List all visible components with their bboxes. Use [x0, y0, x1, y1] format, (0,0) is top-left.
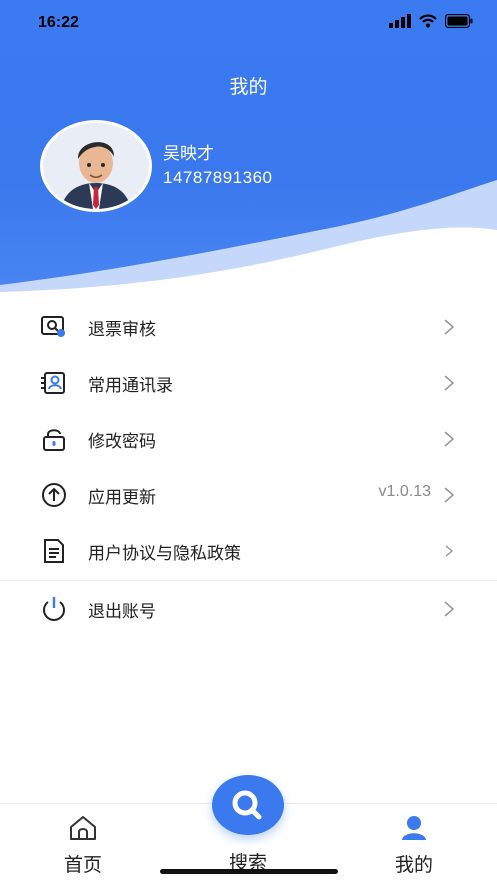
- menu-item-label: 常用通讯录: [88, 376, 173, 396]
- wifi-icon: [419, 14, 437, 28]
- contacts-icon: [41, 372, 65, 394]
- menu-item-label: 退出账号: [88, 602, 156, 622]
- search-icon: [232, 790, 262, 820]
- menu-item-label: 用户协议与隐私政策: [88, 544, 241, 564]
- lock-icon: [43, 429, 65, 451]
- avatar-image: [43, 123, 149, 209]
- power-icon: [43, 597, 65, 621]
- status-time: 16:22: [38, 14, 79, 31]
- menu-item-label: 修改密码: [88, 432, 156, 452]
- chevron-right-icon: [444, 487, 455, 503]
- menu-item-change-password[interactable]: 修改密码: [0, 411, 497, 467]
- app-version: v1.0.13: [378, 483, 431, 500]
- page-title: 我的: [229, 76, 268, 98]
- tab-home-label: 首页: [63, 854, 102, 876]
- chevron-right-icon: [444, 601, 455, 617]
- user-phone: 14787891360: [163, 168, 273, 187]
- user-icon: [402, 816, 426, 840]
- status-bar: 16:22: [0, 0, 497, 48]
- signal-icon: [389, 14, 411, 28]
- search-button[interactable]: [212, 775, 284, 835]
- tab-home[interactable]: 首页: [33, 814, 133, 877]
- home-indicator: [160, 869, 338, 874]
- tab-mine[interactable]: 我的: [364, 814, 464, 877]
- home-icon: [70, 816, 96, 840]
- ticket-search-icon: [41, 316, 65, 337]
- document-icon: [44, 539, 64, 563]
- menu-item-contacts[interactable]: 常用通讯录: [0, 355, 497, 411]
- menu-item-logout[interactable]: 退出账号: [0, 581, 497, 637]
- avatar[interactable]: [40, 120, 152, 212]
- chevron-right-icon: [444, 375, 455, 391]
- chevron-right-icon: [445, 545, 454, 557]
- battery-icon: [445, 14, 473, 28]
- menu-item-refund-review[interactable]: 退票审核: [0, 299, 497, 355]
- chevron-right-icon: [444, 319, 455, 335]
- menu-item-label: 应用更新: [88, 488, 156, 508]
- chevron-right-icon: [444, 431, 455, 447]
- menu-item-app-update[interactable]: 应用更新 v1.0.13: [0, 467, 497, 523]
- settings-menu: 退票审核 常用通讯录 修改密码 应用更新 v1.0.13 用户协议与隐私政策 退…: [0, 299, 497, 637]
- menu-item-label: 退票审核: [88, 320, 156, 340]
- tab-mine-label: 我的: [394, 854, 433, 876]
- menu-item-privacy-policy[interactable]: 用户协议与隐私政策: [0, 523, 497, 579]
- user-name: 吴映才: [163, 144, 214, 164]
- upload-icon: [42, 483, 66, 507]
